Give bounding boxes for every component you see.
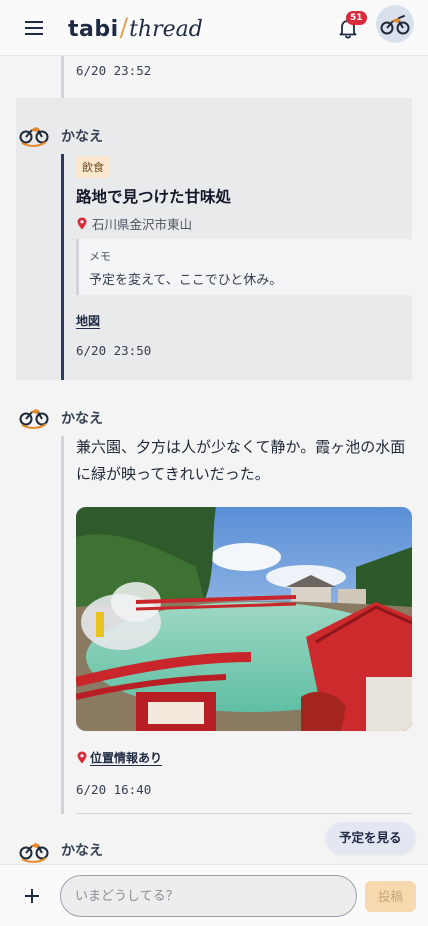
motorcycle-icon <box>380 15 410 35</box>
logo-part1: tabi <box>68 17 119 42</box>
memo-text: 予定を変えて、ここでひと休み。 <box>89 273 283 288</box>
spot-location-text: 石川県金沢市東山 <box>92 217 193 232</box>
post-timestamp: 6/20 23:50 <box>76 343 152 358</box>
post-timestamp: 6/20 23:52 <box>76 63 152 78</box>
spot-location: 石川県金沢市東山 <box>76 214 192 233</box>
post-text-line: に緑が映ってきれいだった。 <box>76 465 270 483</box>
author-name[interactable]: かなえ <box>61 408 103 428</box>
view-schedule-button[interactable]: 予定を見る <box>326 822 415 854</box>
thread-line <box>61 436 64 814</box>
motorcycle-icon <box>19 843 49 863</box>
post-photo[interactable] <box>76 507 412 731</box>
hot-spring-photo <box>76 507 412 731</box>
spot-post[interactable]: かなえ 飲食 路地で見つけた甘味処 石川県金沢市東山 メモ 予定を変えて、ここで… <box>16 98 412 380</box>
composer-bar: 投稿 <box>0 864 428 926</box>
post-button[interactable]: 投稿 <box>365 881 416 912</box>
post-text-line: 兼六園、夕方は人が少なくて静か。霞ヶ池の水面 <box>76 438 406 456</box>
map-pin-icon <box>77 751 87 764</box>
memo-box: メモ 予定を変えて、ここでひと休み。 <box>76 239 412 295</box>
motorcycle-icon <box>19 127 49 147</box>
map-pin-icon <box>77 217 87 230</box>
compose-input[interactable] <box>60 875 357 917</box>
hamburger-icon <box>25 20 43 35</box>
logo-part2: thread <box>129 17 203 42</box>
add-attachment-button[interactable] <box>18 882 46 910</box>
spot-title: 路地で見つけた甘味処 <box>76 188 232 206</box>
thread-feed[interactable]: 6/20 23:52 かなえ 飲食 路地で見つけた甘味処 石川県金沢市東山 メモ… <box>0 56 428 864</box>
author-avatar[interactable] <box>19 400 49 430</box>
photo-post[interactable]: かなえ 兼六園、夕方は人が少なくて静か。霞ヶ池の水面 に緑が映ってきれいだった。 <box>16 380 412 814</box>
user-avatar-button[interactable] <box>376 5 414 43</box>
map-link[interactable]: 地図 <box>76 312 100 329</box>
plus-icon <box>25 889 39 903</box>
author-name[interactable]: かなえ <box>61 840 103 860</box>
author-avatar[interactable] <box>19 118 49 148</box>
geo-info-text: 位置情報あり <box>90 751 163 765</box>
app-logo[interactable]: tabi / thread <box>68 13 203 42</box>
thread-line <box>61 56 64 98</box>
notification-count-badge: 51 <box>346 11 367 25</box>
geo-info-link[interactable]: 位置情報あり <box>76 749 162 766</box>
author-name[interactable]: かなえ <box>61 126 103 146</box>
memo-label: メモ <box>89 250 111 263</box>
app-header: tabi / thread <box>0 0 428 56</box>
author-avatar[interactable] <box>19 834 49 864</box>
category-tag: 飲食 <box>76 156 110 178</box>
logo-slash: / <box>119 13 129 42</box>
thread-line <box>61 154 64 380</box>
menu-button[interactable] <box>14 8 54 48</box>
motorcycle-icon <box>19 409 49 429</box>
post-timestamp: 6/20 16:40 <box>76 782 152 797</box>
